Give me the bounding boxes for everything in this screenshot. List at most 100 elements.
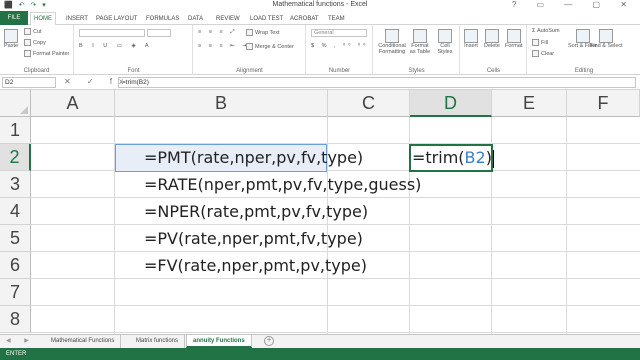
delete-cells-button[interactable]: Delete [484, 29, 500, 49]
magnifier-icon [599, 29, 614, 43]
cell-b2[interactable]: =PMT(rate,nper,pv,fv,type) [144, 144, 363, 171]
merge-center-button[interactable]: Merge & Center [246, 43, 294, 50]
font-format-buttons[interactable]: B I U ▭ ◈ A [79, 43, 153, 49]
cell-b3[interactable]: =RATE(nper,pmt,pv,fv,type,guess) [144, 171, 421, 198]
tab-home[interactable]: HOME [30, 12, 56, 26]
cell-styles-button[interactable]: Cell Styles [434, 29, 456, 55]
fill-label: Fill [541, 39, 549, 46]
format-cells-button[interactable]: Format [505, 29, 522, 49]
tab-page-layout[interactable]: PAGE LAYOUT [93, 13, 140, 25]
clear-button[interactable]: Clear [532, 50, 554, 57]
format-cells-label: Format [505, 43, 523, 49]
row-header-6[interactable]: 6 [0, 252, 31, 279]
wrap-text-label: Wrap Text [255, 29, 280, 36]
clipboard-group-label: Clipboard [23, 68, 50, 74]
column-header-c[interactable]: C [328, 90, 410, 117]
cell-b6[interactable]: =FV(rate,nper,pmt,pv,type) [144, 252, 367, 279]
tab-file[interactable]: FILE [0, 11, 28, 25]
sheet-tab-annuity-functions[interactable]: annuity Functions [186, 335, 252, 348]
add-sheet-icon[interactable]: + [264, 336, 274, 346]
sheet-tab-matrix-functions[interactable]: Matrix functions [130, 335, 186, 348]
wrap-text-icon [246, 29, 253, 36]
paste-label: Paste [4, 43, 19, 49]
number-format-buttons[interactable]: $ % , ⁰⁰ ⁰⁰ [311, 43, 368, 49]
format-as-table-button[interactable]: Format as Table [408, 29, 432, 55]
delete-cells-label: Delete [484, 43, 500, 49]
find-select-label: Find & Select [590, 43, 623, 49]
sheet-nav-arrows[interactable]: ◀ ▶ [6, 337, 35, 344]
cell-d2-reference: B2 [464, 148, 486, 167]
copy-label: Copy [33, 39, 46, 46]
tab-formulas[interactable]: FORMULAS [143, 13, 182, 25]
number-group: General $ % , ⁰⁰ ⁰⁰ Number [307, 25, 373, 75]
merge-icon [246, 43, 253, 50]
number-group-label: Number [328, 68, 351, 74]
cell-d2-prefix: =trim( [412, 148, 465, 167]
alignment-group: ≡ ≡ ≡ ⤢ Wrap Text ≡ ≡ ≡ ⇤ ⇥ Merge & Cent… [194, 25, 306, 75]
status-mode: ENTER [6, 351, 27, 357]
tab-team[interactable]: TEAM [325, 13, 348, 25]
copy-icon [24, 39, 31, 46]
paste-button[interactable]: Paste [4, 29, 18, 49]
styles-group: Conditional Formatting Format as Table C… [374, 25, 460, 75]
fill-button[interactable]: Fill [532, 39, 548, 46]
cut-button[interactable]: Cut [24, 28, 42, 35]
column-header-a[interactable]: A [31, 90, 115, 117]
tab-review[interactable]: REVIEW [213, 13, 243, 25]
row-header-1[interactable]: 1 [0, 117, 31, 144]
eraser-icon [532, 50, 539, 57]
sheet-tab-mathematical-functions[interactable]: Mathematical Functions [45, 335, 122, 348]
font-size-select[interactable] [146, 29, 171, 37]
table-icon [413, 29, 427, 43]
column-header-f[interactable]: F [567, 90, 640, 117]
conditional-formatting-button[interactable]: Conditional Formatting [378, 29, 406, 55]
paste-icon [4, 29, 18, 43]
delete-cells-icon [484, 29, 499, 43]
insert-cells-label: Insert [464, 43, 478, 49]
ribbon-tabs: FILE HOME INSERT PAGE LAYOUT FORMULAS DA… [0, 11, 640, 26]
cut-label: Cut [33, 28, 42, 35]
align-bottom-buttons[interactable]: ≡ ≡ ≡ ⇤ ⇥ [198, 43, 250, 49]
cell-d2-editing[interactable]: =trim(B2) [412, 144, 494, 171]
sort-filter-icon [575, 29, 590, 43]
autosum-button[interactable]: Σ AutoSum [532, 28, 560, 34]
conditional-formatting-icon [385, 29, 399, 43]
cell-b5[interactable]: =PV(rate,nper,pmt,fv,type) [144, 225, 363, 252]
number-format-select[interactable]: General [311, 29, 367, 37]
font-name-select[interactable] [79, 29, 145, 37]
column-header-d[interactable]: D [410, 90, 492, 117]
tab-insert[interactable]: INSERT [63, 13, 91, 25]
tab-load-test[interactable]: LOAD TEST [247, 13, 286, 25]
row-header-3[interactable]: 3 [0, 171, 31, 198]
cell-b4[interactable]: =NPER(rate,pmt,pv,fv,type) [144, 198, 368, 225]
editing-group: Σ AutoSum Fill Clear Sort & Filter Find … [528, 25, 640, 75]
column-header-b[interactable]: B [115, 90, 328, 117]
align-top-buttons[interactable]: ≡ ≡ ≡ ⤢ [198, 29, 238, 36]
worksheet-grid[interactable]: A B C D E F 1 2 3 4 5 6 7 8 =PMT(rate,np… [0, 90, 640, 334]
row-header-2[interactable]: 2 [0, 144, 31, 171]
format-painter-label: Format Painter [33, 50, 70, 57]
formula-bar: D2 ✕ ✓ fx =trim(B2) [0, 75, 640, 90]
formula-input[interactable]: =trim(B2) [118, 77, 636, 88]
tab-data[interactable]: DATA [185, 13, 206, 25]
row-header-4[interactable]: 4 [0, 198, 31, 225]
select-all-corner[interactable] [0, 90, 31, 117]
cells-group-label: Cells [486, 68, 501, 74]
row-header-8[interactable]: 8 [0, 306, 31, 333]
window-controls[interactable]: ? ▭ — ▢ ✕ [512, 0, 636, 9]
text-cursor [492, 149, 494, 168]
format-as-table-label: Format as Table [409, 43, 431, 55]
row-header-7[interactable]: 7 [0, 279, 31, 306]
cell-styles-label: Cell Styles [437, 43, 453, 55]
insert-cells-button[interactable]: Insert [464, 29, 478, 49]
column-header-e[interactable]: E [492, 90, 567, 117]
format-cells-icon [506, 29, 521, 43]
name-box[interactable]: D2 [2, 77, 56, 88]
tab-acrobat[interactable]: ACROBAT [287, 13, 322, 25]
find-select-button[interactable]: Find & Select [590, 29, 623, 49]
copy-button[interactable]: Copy [24, 39, 46, 46]
row-header-5[interactable]: 5 [0, 225, 31, 252]
format-painter-button[interactable]: Format Painter [24, 50, 69, 57]
scissors-icon [24, 28, 31, 35]
wrap-text-button[interactable]: Wrap Text [246, 29, 280, 36]
